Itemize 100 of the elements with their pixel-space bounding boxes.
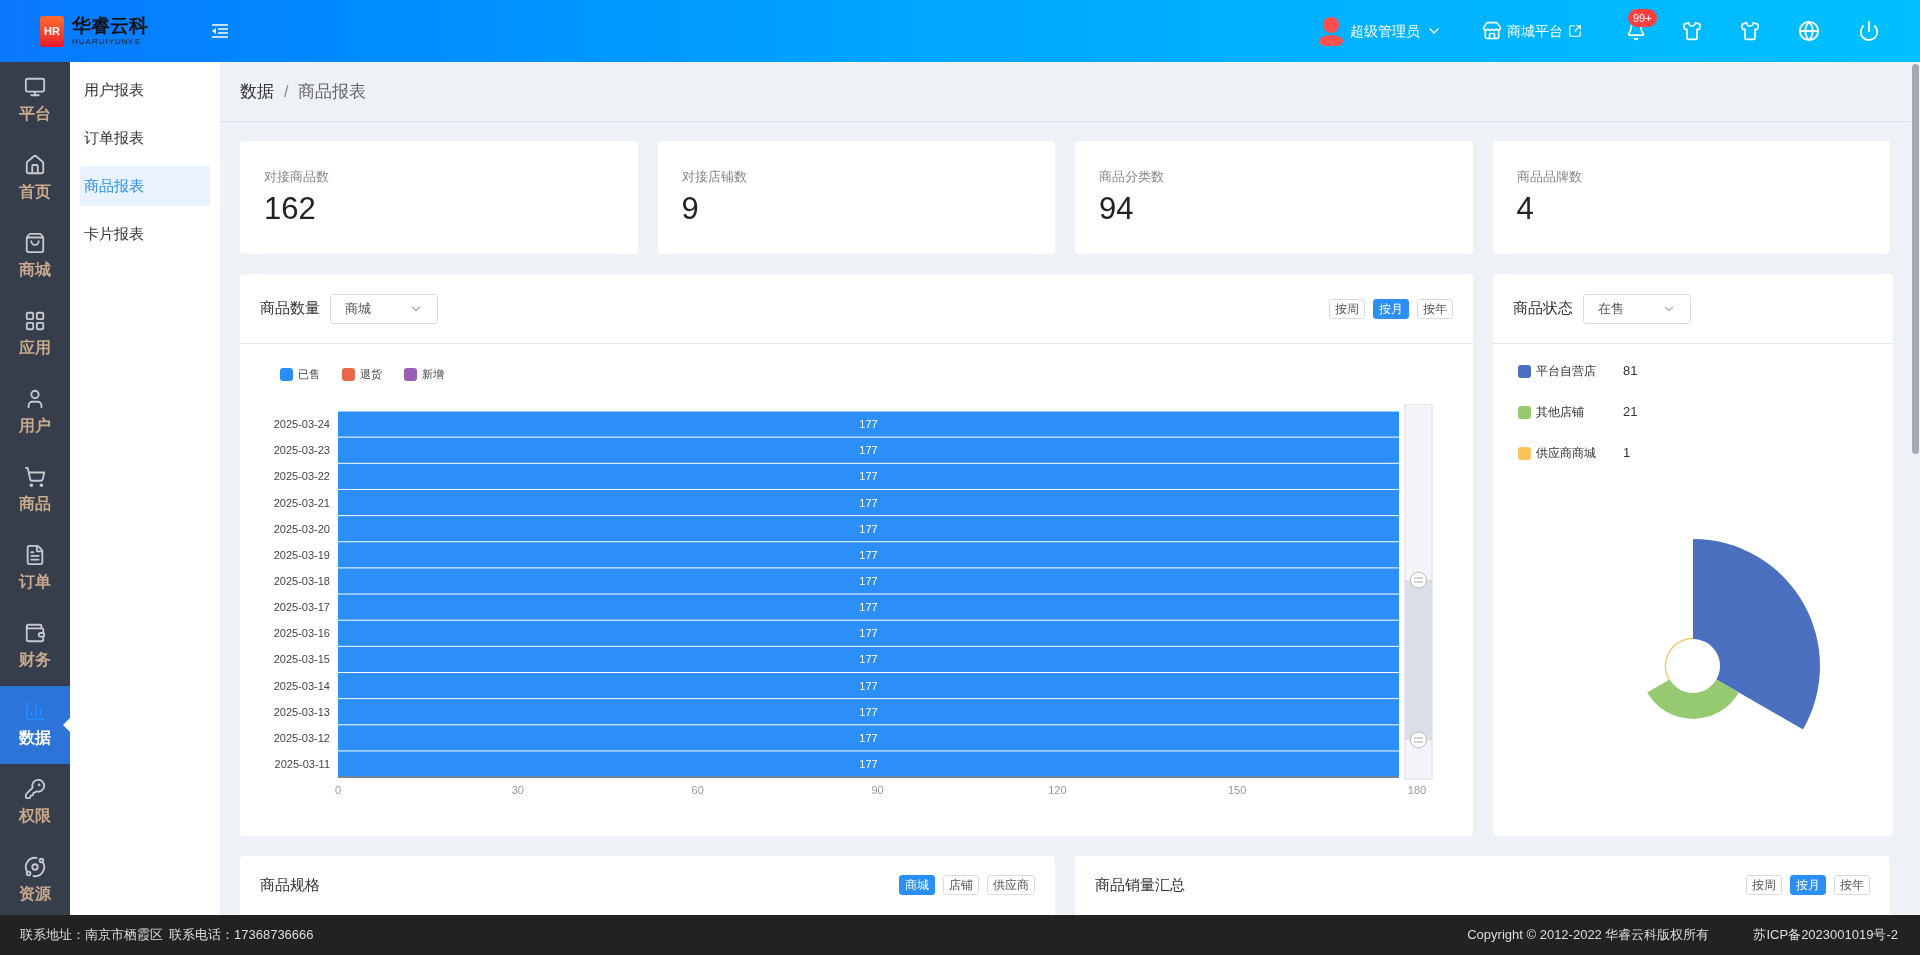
card-title: 商品状态 bbox=[1513, 298, 1573, 319]
submenu-item[interactable]: 卡片报表 bbox=[80, 214, 210, 254]
axis-label: 2025-03-11 bbox=[274, 758, 330, 771]
sidebar-item[interactable]: 权限 bbox=[0, 764, 70, 842]
stat-label: 对接店铺数 bbox=[681, 168, 748, 186]
legend-label[interactable]: 退货 bbox=[360, 365, 382, 383]
period-tab[interactable]: 供应商 bbox=[987, 875, 1035, 896]
shirt-icon[interactable] bbox=[1682, 21, 1702, 41]
sidebar-item[interactable]: 商城 bbox=[0, 218, 70, 296]
footer-copyright: Copyright © 2012-2022 华睿云科版权所有 bbox=[1467, 926, 1710, 945]
store-icon bbox=[1482, 21, 1502, 41]
breadcrumb-separator: / bbox=[284, 81, 289, 102]
sidebar-item[interactable]: 订单 bbox=[0, 530, 70, 608]
axis-label: 90 bbox=[871, 784, 884, 797]
data-label: 177 bbox=[859, 731, 878, 744]
axis-label: 2025-03-15 bbox=[273, 653, 330, 666]
sidebar-item[interactable]: 首页 bbox=[0, 140, 70, 218]
data-label: 177 bbox=[859, 470, 878, 483]
legend-label[interactable]: 已售 bbox=[298, 365, 320, 383]
footer-phone: 联系电话：17368736666 bbox=[169, 926, 314, 945]
period-tab[interactable]: 按周 bbox=[1746, 875, 1782, 896]
submenu-item[interactable]: 订单报表 bbox=[80, 118, 210, 158]
axis-label: 2025-03-16 bbox=[273, 627, 330, 640]
legend-label[interactable]: 新增 bbox=[422, 365, 444, 383]
sidebar-item[interactable]: 用户 bbox=[0, 374, 70, 452]
axis-label: 2025-03-23 bbox=[273, 444, 330, 457]
shirt-icon[interactable] bbox=[1740, 21, 1760, 41]
legend-value: 81 bbox=[1623, 362, 1638, 381]
axis-label: 2025-03-21 bbox=[273, 496, 330, 509]
axis-label: 2025-03-20 bbox=[273, 522, 330, 535]
axis-label: 2025-03-18 bbox=[273, 574, 330, 587]
stat-label: 商品品牌数 bbox=[1516, 168, 1583, 186]
bar-chart-icon bbox=[24, 700, 46, 722]
sidebar-item[interactable]: 财务 bbox=[0, 608, 70, 686]
document-icon bbox=[24, 544, 46, 566]
wallet-icon bbox=[24, 622, 46, 644]
logo-mark: HR bbox=[40, 15, 64, 47]
axis-label: 2025-03-12 bbox=[273, 731, 330, 744]
brand-subtitle: HUARUIYUNKE bbox=[72, 37, 143, 47]
card-title: 商品规格 bbox=[260, 875, 320, 895]
legend-value: 21 bbox=[1623, 403, 1638, 422]
select-field[interactable]: 商城 bbox=[330, 293, 438, 324]
key-icon bbox=[24, 778, 46, 800]
zoom-slider[interactable] bbox=[1404, 404, 1433, 780]
stat-value: 94 bbox=[1099, 189, 1135, 228]
card-title: 商品数量 bbox=[260, 298, 320, 319]
stat-value: 4 bbox=[1516, 189, 1535, 228]
data-label: 177 bbox=[859, 653, 878, 666]
axis-label: 2025-03-14 bbox=[273, 679, 330, 692]
data-label: 177 bbox=[859, 601, 878, 614]
sidebar-item[interactable]: 数据 bbox=[0, 686, 70, 764]
axis-label: 180 bbox=[1407, 784, 1427, 797]
data-label: 177 bbox=[859, 758, 878, 771]
axis-label: 2025-03-19 bbox=[273, 548, 330, 561]
stat-value: 162 bbox=[264, 189, 317, 228]
data-label: 177 bbox=[859, 548, 878, 561]
axis-label: 2025-03-24 bbox=[273, 418, 330, 431]
legend-value: 1 bbox=[1623, 444, 1631, 463]
axis-label: 2025-03-13 bbox=[273, 705, 330, 718]
power-icon[interactable] bbox=[1858, 20, 1880, 42]
data-label: 177 bbox=[859, 418, 878, 431]
period-tab[interactable]: 按年 bbox=[1417, 298, 1453, 319]
data-label: 177 bbox=[859, 627, 878, 640]
submenu-item[interactable]: 用户报表 bbox=[80, 70, 210, 110]
legend-label[interactable]: 其他店铺 bbox=[1536, 403, 1618, 421]
globe-icon[interactable] bbox=[1798, 20, 1820, 42]
legend-label[interactable]: 供应商商城 bbox=[1536, 444, 1618, 462]
axis-label: 2025-03-22 bbox=[273, 470, 330, 483]
external-link-icon[interactable] bbox=[1568, 24, 1582, 38]
bag-icon bbox=[24, 232, 46, 254]
axis-label: 0 bbox=[334, 784, 342, 797]
axis-label: 150 bbox=[1228, 784, 1247, 797]
monitor-icon bbox=[24, 76, 46, 98]
period-tab[interactable]: 按年 bbox=[1834, 875, 1870, 896]
notification-badge: 99+ bbox=[1628, 9, 1657, 27]
cart-icon bbox=[24, 466, 46, 488]
legend-label[interactable]: 平台自营店 bbox=[1536, 362, 1618, 380]
stat-label: 商品分类数 bbox=[1099, 168, 1165, 186]
sidebar-item[interactable]: 平台 bbox=[0, 62, 70, 140]
footer-icp[interactable]: 苏ICP备2023001019号-2 bbox=[1753, 925, 1898, 945]
axis-label: 60 bbox=[691, 784, 704, 797]
select-field[interactable]: 在售 bbox=[1583, 293, 1691, 324]
axis-label: 120 bbox=[1048, 784, 1067, 797]
sidebar-item[interactable]: 资源 bbox=[0, 842, 70, 915]
period-tab[interactable]: 按周 bbox=[1329, 298, 1365, 319]
brand-name: 华睿云科 bbox=[72, 15, 148, 37]
data-label: 177 bbox=[859, 496, 878, 509]
house-icon bbox=[24, 154, 46, 176]
menu-toggle-icon[interactable] bbox=[212, 24, 228, 38]
stat-value: 9 bbox=[681, 189, 700, 228]
data-label: 177 bbox=[859, 522, 878, 535]
axis-label: 2025-03-17 bbox=[273, 601, 330, 614]
sidebar-item[interactable]: 应用 bbox=[0, 296, 70, 374]
period-tab[interactable]: 店铺 bbox=[943, 875, 979, 896]
data-label: 177 bbox=[859, 574, 878, 587]
scrollbar-thumb[interactable] bbox=[1912, 64, 1919, 454]
user-avatar-icon bbox=[1318, 16, 1344, 46]
breadcrumb-item[interactable]: 数据 bbox=[240, 78, 274, 105]
data-label: 177 bbox=[859, 679, 878, 692]
sidebar-item[interactable]: 商品 bbox=[0, 452, 70, 530]
